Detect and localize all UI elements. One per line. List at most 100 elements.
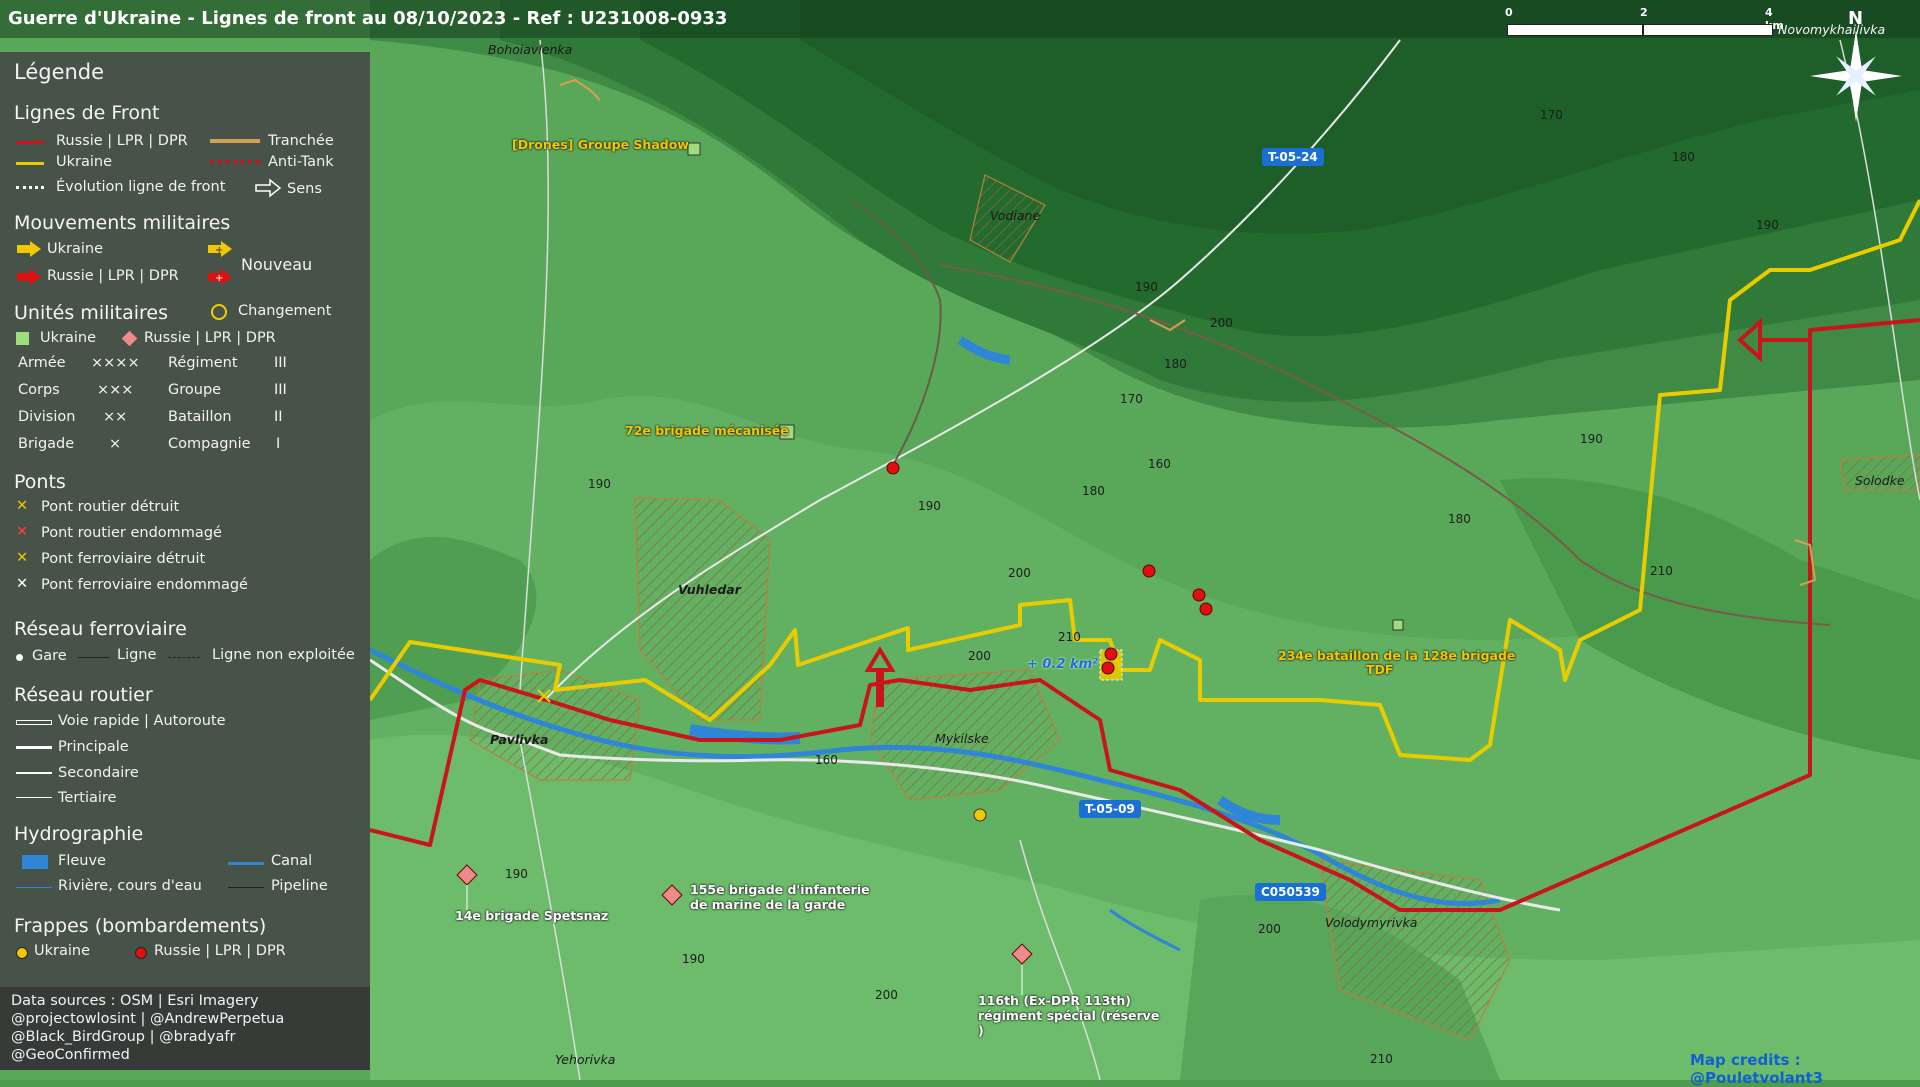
russian-strike — [1192, 588, 1206, 602]
legend-ukraine-line: Ukraine — [56, 154, 112, 170]
elevation-label: 180 — [1164, 357, 1187, 371]
legend-change: Changement — [238, 303, 332, 319]
rail-bridge-damaged-icon: ✕ — [16, 576, 29, 592]
rail-line-symbol — [78, 657, 110, 658]
rail-bridge-destroyed-icon: ✕ — [16, 550, 29, 566]
road-tag-c050539: C050539 — [1255, 883, 1326, 901]
legend-trench: Tranchée — [268, 133, 334, 149]
main-road-symbol — [16, 746, 52, 749]
tertiary-road-symbol — [16, 797, 52, 798]
russia-line-symbol — [16, 141, 44, 144]
elevation-label: 200 — [1008, 566, 1031, 580]
road-bridge-damaged-icon: ✕ — [16, 524, 29, 540]
scale-segment-2 — [1643, 24, 1773, 36]
legend-russia-line: Russie | LPR | DPR — [56, 133, 188, 149]
new-ukraine-arrow-icon: + — [208, 241, 232, 257]
svg-text:+: + — [215, 273, 223, 284]
ukrainian-strike — [973, 808, 987, 822]
elevation-label: 190 — [505, 867, 528, 881]
elevation-label: 190 — [682, 952, 705, 966]
russian-strike — [1142, 564, 1156, 578]
legend-bridges-heading: Ponts — [14, 471, 66, 493]
elevation-label: 180 — [1448, 512, 1471, 526]
road-tag-t0509: T-05-09 — [1079, 800, 1141, 818]
unit-ukraine-234-icon — [1392, 619, 1404, 631]
echelon-division-symbol: ×× — [103, 409, 128, 425]
echelon-regiment: Régiment — [168, 355, 238, 371]
territory-gain-label: + 0.2 km² — [1027, 657, 1098, 672]
legend-antitank: Anti-Tank — [268, 154, 334, 170]
legend-road-1: Principale — [58, 739, 129, 755]
river-symbol — [16, 887, 52, 888]
unit-label-155-line2: de marine de la garde — [690, 897, 846, 912]
scale-label-0: 0 — [1505, 6, 1513, 19]
russia-arrow-icon — [17, 269, 41, 285]
russia-strike-icon — [135, 947, 147, 959]
town-novomykhailivka: Novomykhailivka — [1778, 22, 1886, 37]
elevation-label: 170 — [1120, 392, 1143, 406]
legend-panel: Légende Lignes de Front Russie | LPR | D… — [0, 52, 370, 1070]
svg-text:+: + — [215, 245, 223, 256]
data-sources: Data sources : OSM | Esri Imagery @proje… — [0, 987, 370, 1070]
pipeline-symbol — [228, 887, 264, 888]
legend-road-3: Tertiaire — [58, 790, 117, 806]
legend-road-2: Secondaire — [58, 765, 139, 781]
unit-label-234-line2: TDF — [1366, 662, 1394, 677]
trench-symbol — [210, 139, 260, 143]
unit-label-116-line1: 116th (Ex-DPR 113th) — [978, 993, 1132, 1008]
unit-label-72: 72e brigade mécanisée — [625, 423, 789, 438]
elevation-label: 200 — [968, 649, 991, 663]
legend-bridge-0: Pont routier détruit — [41, 499, 180, 515]
echelon-brigade: Brigade — [18, 436, 75, 452]
echelon-corps-symbol: ××× — [97, 382, 134, 398]
town-vuhledar: Vuhledar — [678, 582, 741, 597]
source-line-1: Data sources : OSM | Esri Imagery — [11, 993, 259, 1009]
town-mykilske: Mykilske — [935, 731, 989, 746]
legend-movements-heading: Mouvements militaires — [14, 212, 231, 234]
unit-label-155-line1: 155e brigade d'infanterie — [690, 882, 870, 897]
legend-strike-ukraine: Ukraine — [34, 943, 90, 959]
legend-units-heading: Unités militaires — [14, 302, 169, 324]
echelon-group: Groupe — [168, 382, 222, 398]
echelon-brigade-symbol: × — [109, 436, 122, 452]
compass-star-icon — [1810, 30, 1902, 122]
legend-unit-ukraine: Ukraine — [40, 330, 96, 346]
legend-rail-heading: Réseau ferroviaire — [14, 618, 187, 640]
evolution-symbol — [16, 186, 44, 189]
legend-movement-ukraine: Ukraine — [47, 241, 103, 257]
direction-arrow-icon — [255, 178, 282, 198]
russia-unit-icon — [121, 330, 138, 347]
echelon-army-symbol: ×××× — [91, 355, 140, 371]
elevation-label: 160 — [1148, 457, 1171, 471]
legend-direction: Sens — [287, 181, 322, 197]
legend-rail-line: Ligne — [117, 647, 157, 663]
russian-strike — [1104, 647, 1118, 661]
legend-front-heading: Lignes de Front — [14, 102, 160, 124]
legend-evolution: Évolution ligne de front — [56, 179, 226, 195]
unit-label-234-line1: 234e bataillon de la 128e brigade — [1278, 648, 1516, 663]
new-russia-arrow-icon: + — [208, 269, 232, 285]
scale-bar: 0 2 4 km — [1505, 6, 1784, 36]
town-vodiane: Vodiane — [990, 208, 1041, 223]
ukraine-line-symbol — [16, 162, 44, 165]
russian-strike — [1199, 602, 1213, 616]
legend-bridge-3: Pont ferroviaire endommagé — [41, 577, 248, 593]
elevation-label: 170 — [1540, 108, 1563, 122]
echelon-battalion-symbol: II — [274, 409, 283, 425]
legend-roads-heading: Réseau routier — [14, 684, 153, 706]
echelon-division: Division — [18, 409, 76, 425]
legend-bridge-1: Pont routier endommagé — [41, 525, 222, 541]
source-line-3: @Black_BirdGroup | @bradyafr — [11, 1029, 236, 1045]
echelon-regiment-symbol: III — [274, 355, 287, 371]
elevation-label: 210 — [1650, 564, 1673, 578]
russian-strike — [886, 461, 900, 475]
canal-symbol — [228, 862, 264, 865]
elevation-label: 160 — [815, 753, 838, 767]
echelon-group-symbol: III — [274, 382, 287, 398]
elevation-label: 190 — [918, 499, 941, 513]
elevation-label: 210 — [1058, 630, 1081, 644]
elevation-label: 180 — [1082, 484, 1105, 498]
ukraine-unit-icon — [16, 332, 29, 345]
legend-rail-unused: Ligne non exploitée — [212, 647, 355, 663]
map-title: Guerre d'Ukraine - Lignes de front au 08… — [8, 8, 728, 29]
